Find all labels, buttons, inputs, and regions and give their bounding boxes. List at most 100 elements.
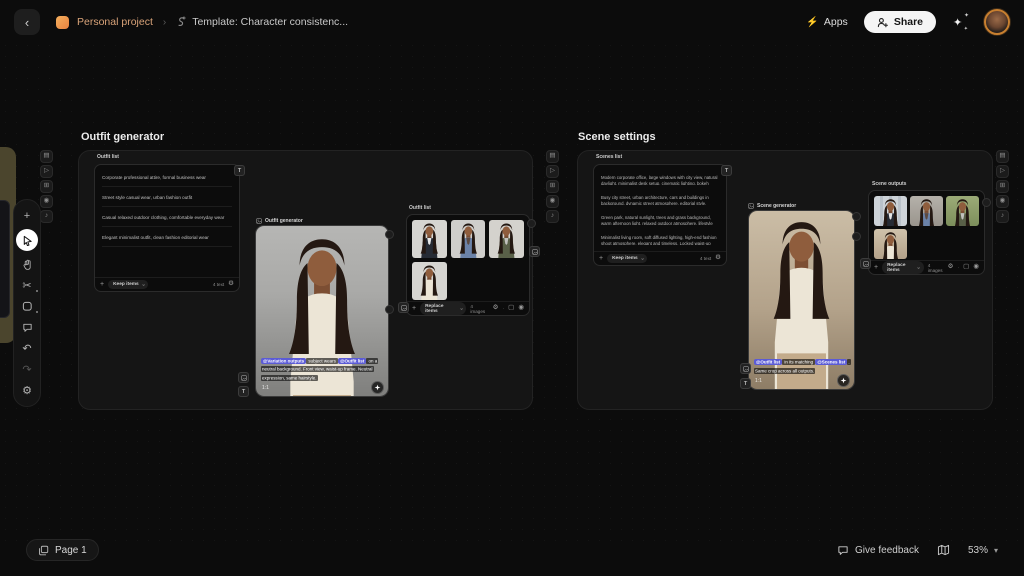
list-item[interactable]: Minimalist living room, soft diffused li… [601,231,719,245]
project-icon [56,16,69,29]
image-input-port[interactable] [860,258,871,269]
add-image-node-button[interactable]: ▤ [546,150,559,163]
add-image-node-button[interactable]: ▤ [40,150,53,163]
list-item[interactable]: Casual relaxed outdoor clothing, comfort… [102,211,232,227]
add-3d-node-button[interactable]: ◉ [40,195,53,208]
generate-button[interactable] [371,381,384,394]
text-input-port[interactable]: T [238,386,249,397]
output-image[interactable] [412,220,447,258]
add-audio-node-button[interactable]: ♪ [40,210,53,223]
outfit-list-node[interactable]: Corporate professional attire, formal bu… [94,164,240,292]
add-tool-button[interactable]: + [17,208,37,224]
zoom-control[interactable]: 53% ▾ [968,545,998,556]
add-item-button[interactable]: + [599,255,603,262]
gear-icon[interactable]: ⚙ [715,255,721,262]
list-item[interactable]: Elegant minimalist outfit, clean fashion… [102,231,232,247]
keep-items-dropdown[interactable]: Keep items › [607,254,647,263]
image-output-port[interactable] [529,246,540,257]
select-tool-button[interactable] [16,229,38,251]
gear-icon[interactable]: ⚙ [228,281,234,288]
generate-button[interactable] [837,374,850,387]
list-item[interactable]: Corporate professional attire, formal bu… [102,171,232,187]
prompt-editor[interactable]: @Variation outputs subject wears @Outfit… [261,357,384,383]
output-image[interactable] [412,262,447,300]
frame-icon[interactable]: ▢ [963,264,969,271]
replace-items-dropdown[interactable]: Replace items › [882,261,924,274]
shape-tool-button[interactable] [17,298,37,314]
list-item[interactable]: Busy city street, urban architecture, ca… [601,191,719,205]
gear-icon[interactable]: ⚙ [948,264,954,271]
node-handle[interactable] [385,305,394,314]
node-handle[interactable] [852,212,861,221]
image-input-port[interactable] [740,363,751,374]
list-item[interactable]: Modern corporate office, large windows w… [601,171,719,185]
minimap-button[interactable] [937,544,950,556]
list-item[interactable]: Street style casual wear, urban fashion … [102,191,232,207]
workflow-canvas[interactable]: Outfit generator Scene settings ▤ ▷ ⊞ ◉ … [0,0,1024,576]
frame-icon[interactable]: ▢ [508,305,514,312]
output-image[interactable] [910,196,943,226]
add-grid-node-button[interactable]: ⊞ [40,180,53,193]
gear-icon[interactable]: ⚙ [493,305,499,312]
mention-pill[interactable]: @Variation outputs [261,358,306,364]
mention-pill[interactable]: @Outfit list [754,359,782,365]
text-input-port[interactable]: T [740,378,751,389]
section-title-scene[interactable]: Scene settings [578,131,656,143]
add-audio-node-button[interactable]: ♪ [996,210,1009,223]
add-item-button[interactable]: + [100,281,104,288]
share-button[interactable]: Share [864,11,936,33]
add-video-node-button[interactable]: ▷ [40,165,53,178]
redo-button[interactable]: ↷ [17,361,37,377]
ai-sparkles-button[interactable]: ✦ ✦ ✦ [952,14,968,30]
add-video-node-button[interactable]: ▷ [546,165,559,178]
person-figure [451,220,486,258]
apps-button[interactable]: ⚡ Apps [806,16,847,28]
list-item[interactable]: Green park, natural sunlight, trees and … [601,211,719,225]
mention-pill[interactable]: @Scenes list [815,359,847,365]
node-handle[interactable] [852,232,861,241]
text-output-port[interactable]: T [721,165,732,176]
node-handle[interactable] [385,230,394,239]
cut-tool-button[interactable]: ✂ [17,277,37,293]
scenes-list-node[interactable]: Modern corporate office, large windows w… [593,164,727,266]
give-feedback-button[interactable]: Give feedback [837,545,919,556]
output-image[interactable] [874,229,907,259]
add-item-button[interactable]: + [412,305,416,312]
add-3d-node-button[interactable]: ◉ [546,195,559,208]
record-icon[interactable]: ◉ [518,305,524,312]
scene-generator-node[interactable]: @Outfit list in its matching @Scenes lis… [748,210,855,390]
output-image[interactable] [946,196,979,226]
breadcrumb-project[interactable]: Personal project [77,16,153,28]
comment-tool-button[interactable] [17,319,37,335]
scene-outputs-node[interactable]: + Replace items › 4 images ⚙ · ▢ ◉ [868,190,985,275]
add-item-button[interactable]: + [874,264,878,271]
node-handle[interactable] [982,198,991,207]
pan-tool-button[interactable] [17,256,37,272]
node-handle[interactable] [527,219,536,228]
outfit-generator-node[interactable]: @Variation outputs subject wears @Outfit… [255,225,389,397]
text-output-port[interactable]: T [234,165,245,176]
mention-pill[interactable]: @Outfit list [338,358,366,364]
image-input-port[interactable] [238,372,249,383]
image-input-port[interactable] [398,302,409,313]
outfit-outputs-node[interactable]: + Replace items › 4 images ⚙ · ▢ ◉ [406,214,530,316]
add-3d-node-button[interactable]: ◉ [996,195,1009,208]
feedback-bubble-icon [837,545,849,556]
back-button[interactable]: ‹ [14,9,40,35]
add-grid-node-button[interactable]: ⊞ [996,180,1009,193]
page-selector[interactable]: Page 1 [26,539,99,561]
add-audio-node-button[interactable]: ♪ [546,210,559,223]
output-image[interactable] [874,196,907,226]
section-title-outfit[interactable]: Outfit generator [81,131,164,143]
add-image-node-button[interactable]: ▤ [996,150,1009,163]
output-image[interactable] [451,220,486,258]
add-video-node-button[interactable]: ▷ [996,165,1009,178]
record-icon[interactable]: ◉ [973,264,979,271]
settings-button[interactable]: ⚙ [17,382,37,398]
output-image[interactable] [489,220,524,258]
replace-items-dropdown[interactable]: Replace items › [420,302,466,315]
undo-button[interactable]: ↶ [17,340,37,356]
add-grid-node-button[interactable]: ⊞ [546,180,559,193]
keep-items-dropdown[interactable]: Keep items › [108,280,148,289]
user-avatar[interactable] [984,9,1010,35]
